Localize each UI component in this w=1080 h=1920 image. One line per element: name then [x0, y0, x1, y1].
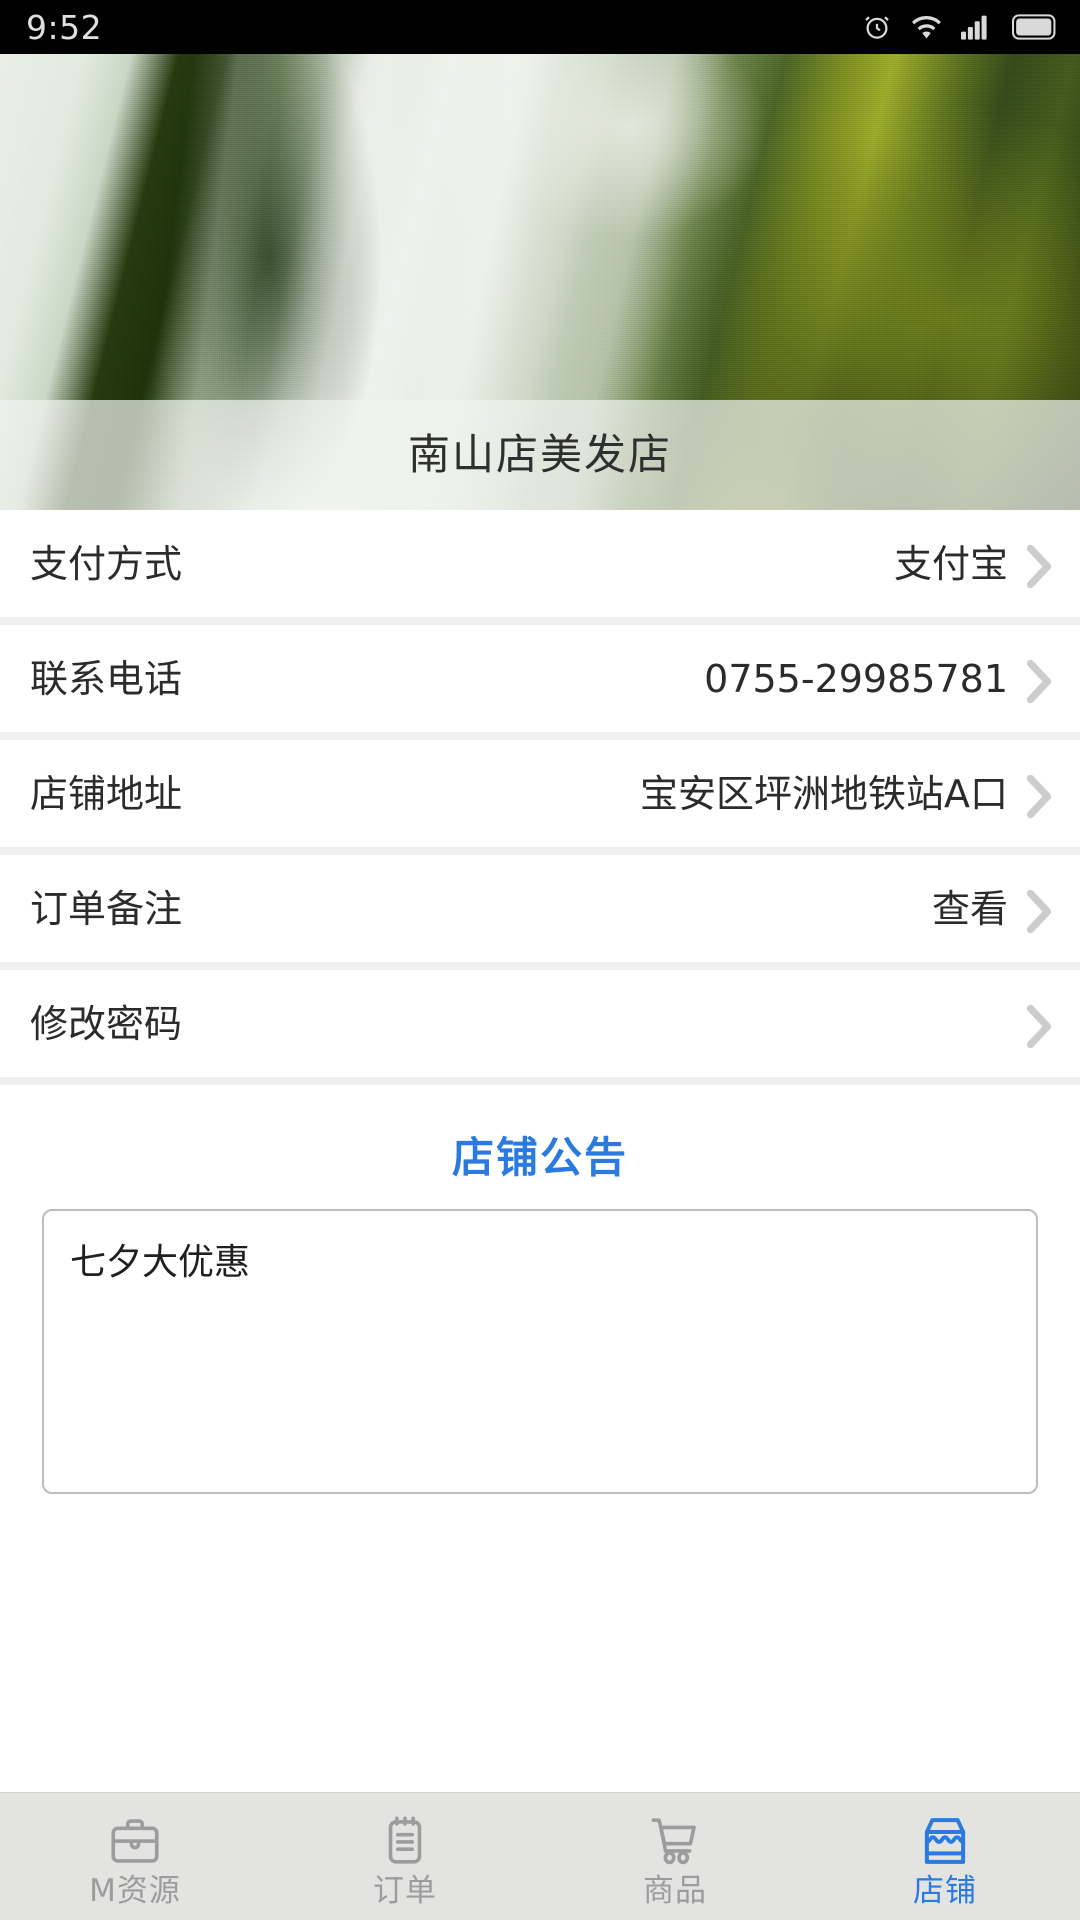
alarm-icon	[862, 12, 892, 42]
chevron-right-icon	[1022, 541, 1056, 588]
row-label: 联系电话	[30, 656, 183, 701]
info-list: 支付方式 支付宝 联系电话 0755-29985781 店铺地址 宝安区坪洲地铁…	[0, 510, 1080, 1077]
signal-icon	[961, 14, 993, 40]
row-value: 查看	[931, 886, 1008, 931]
tab-label: 订单	[373, 1873, 437, 1909]
row-value: 0755-29985781	[704, 656, 1008, 701]
cart-icon	[646, 1812, 704, 1870]
chevron-right-icon	[1022, 1001, 1056, 1048]
row-label: 店铺地址	[30, 771, 183, 816]
row-value: 支付宝	[893, 541, 1008, 586]
chevron-right-icon	[1022, 656, 1056, 703]
tab-orders[interactable]: 订单	[270, 1793, 540, 1920]
shop-name: 南山店美发店	[407, 430, 672, 479]
row-shop-address[interactable]: 店铺地址 宝安区坪洲地铁站A口	[0, 740, 1080, 847]
store-icon	[916, 1812, 974, 1870]
wifi-icon	[911, 15, 942, 40]
shop-notice-section: 店铺公告 七夕大优惠	[0, 1077, 1080, 1792]
shop-notice-title: 店铺公告	[451, 1133, 628, 1182]
row-label: 修改密码	[30, 1001, 183, 1046]
row-label: 支付方式	[30, 541, 183, 586]
shop-banner: 南山店美发店	[0, 54, 1080, 510]
battery-icon	[1012, 14, 1058, 40]
chevron-right-icon	[1022, 886, 1056, 933]
shop-name-overlay: 南山店美发店	[0, 400, 1080, 510]
row-change-password[interactable]: 修改密码	[0, 970, 1080, 1077]
status-time: 9:52	[26, 7, 103, 47]
tab-label: M资源	[89, 1873, 181, 1909]
status-bar: 9:52	[0, 0, 1080, 54]
status-icons	[862, 12, 1058, 42]
tab-label: 商品	[643, 1873, 707, 1909]
tab-shop[interactable]: 店铺	[810, 1793, 1080, 1920]
bottom-tab-bar: M资源 订单 商品 店铺	[0, 1792, 1080, 1920]
row-order-remark[interactable]: 订单备注 查看	[0, 855, 1080, 962]
tab-resources[interactable]: M资源	[0, 1793, 270, 1920]
shop-notice-input[interactable]: 七夕大优惠	[42, 1209, 1038, 1494]
chevron-right-icon	[1022, 771, 1056, 818]
briefcase-icon	[106, 1812, 164, 1870]
row-label: 订单备注	[30, 886, 183, 931]
clipboard-icon	[376, 1812, 434, 1870]
tab-label: 店铺	[913, 1873, 977, 1909]
row-contact-phone[interactable]: 联系电话 0755-29985781	[0, 625, 1080, 732]
row-value: 宝安区坪洲地铁站A口	[640, 771, 1008, 816]
tab-products[interactable]: 商品	[540, 1793, 810, 1920]
app-screen: 9:52 南山店美发店 支付方式 支付宝 联系电话 0755-29985781 …	[0, 0, 1080, 1920]
row-payment-method[interactable]: 支付方式 支付宝	[0, 510, 1080, 617]
